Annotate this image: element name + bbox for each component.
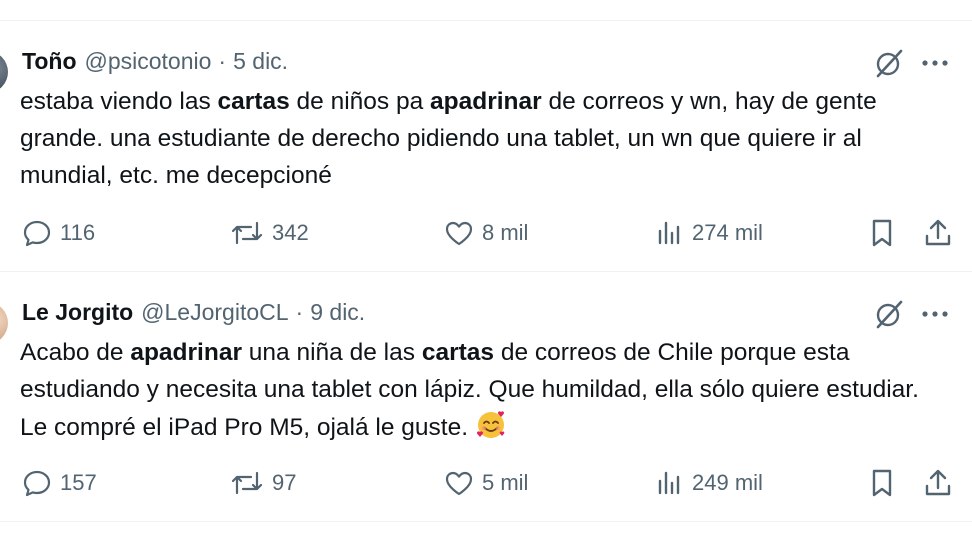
like-count: 8 mil <box>482 220 529 245</box>
grok-icon[interactable] <box>872 297 906 331</box>
more-dots-icon[interactable] <box>918 297 952 331</box>
like-button[interactable]: 8 mil <box>444 213 528 253</box>
tweet[interactable]: Toño @psicotonio · 5 dic. estaba viendo … <box>0 21 972 271</box>
share-icon[interactable] <box>924 213 952 253</box>
repost-count: 97 <box>272 470 297 495</box>
display-name[interactable]: Toño <box>22 48 77 75</box>
speech-bubble-icon <box>23 470 51 497</box>
display-name[interactable]: Le Jorgito <box>22 299 133 326</box>
user-handle[interactable]: @LeJorgitoCL <box>141 299 288 326</box>
view-count: 274 mil <box>692 220 763 245</box>
text-segment: Acabo de <box>20 339 131 366</box>
highlighted-term: apadrinar <box>130 339 242 366</box>
tweet-text: Acabo de apadrinar una niña de las carta… <box>20 334 940 446</box>
avatar[interactable] <box>0 51 8 93</box>
heart-icon <box>445 221 473 246</box>
reply-count: 116 <box>60 220 96 245</box>
user-handle[interactable]: @psicotonio <box>85 48 212 75</box>
separator: · <box>218 47 227 74</box>
tweet-header: Le Jorgito @LeJorgitoCL · 9 dic. <box>22 297 365 327</box>
repost-arrows-icon <box>231 471 263 495</box>
highlighted-term: apadrinar <box>430 88 542 115</box>
avatar[interactable] <box>0 302 8 344</box>
repost-arrows-icon <box>231 221 263 245</box>
text-segment: una niña de las <box>242 339 422 366</box>
smiling-face-with-hearts-icon <box>475 408 507 440</box>
timeline: Toño @psicotonio · 5 dic. estaba viendo … <box>0 0 972 547</box>
action-bar: 157 97 5 mil 249 mil <box>0 463 972 503</box>
repost-button[interactable]: 342 <box>230 213 309 253</box>
views-button[interactable]: 249 mil <box>656 463 763 503</box>
reply-button[interactable]: 157 <box>22 463 97 503</box>
speech-bubble-icon <box>23 220 51 247</box>
action-bar: 116 342 8 mil 274 mil <box>0 213 972 253</box>
divider <box>0 521 972 522</box>
share-icon[interactable] <box>924 463 952 503</box>
bookmark-icon[interactable] <box>870 463 894 503</box>
text-segment: estaba viendo las <box>20 88 218 115</box>
text-segment: de niños pa <box>289 88 431 115</box>
reply-button[interactable]: 116 <box>22 213 95 253</box>
heart-icon <box>445 471 473 496</box>
like-count: 5 mil <box>482 470 529 495</box>
tweet-date[interactable]: 9 dic. <box>310 299 365 326</box>
highlighted-term: cartas <box>217 88 290 115</box>
grok-icon[interactable] <box>872 46 906 80</box>
more-dots-icon[interactable] <box>918 46 952 80</box>
bookmark-icon[interactable] <box>870 213 894 253</box>
repost-count: 342 <box>272 220 309 245</box>
bar-chart-icon <box>658 471 680 495</box>
repost-button[interactable]: 97 <box>230 463 296 503</box>
tweet-date[interactable]: 5 dic. <box>233 48 288 75</box>
tweet-header: Toño @psicotonio · 5 dic. <box>22 46 288 76</box>
separator: · <box>295 298 304 325</box>
like-button[interactable]: 5 mil <box>444 463 528 503</box>
tweet-text: estaba viendo las cartas de niños pa apa… <box>20 83 940 194</box>
reply-count: 157 <box>60 470 97 495</box>
views-button[interactable]: 274 mil <box>656 213 763 253</box>
tweet[interactable]: Le Jorgito @LeJorgitoCL · 9 dic. Acabo d… <box>0 272 972 522</box>
highlighted-term: cartas <box>421 339 495 366</box>
view-count: 249 mil <box>692 470 763 495</box>
bar-chart-icon <box>658 221 680 245</box>
